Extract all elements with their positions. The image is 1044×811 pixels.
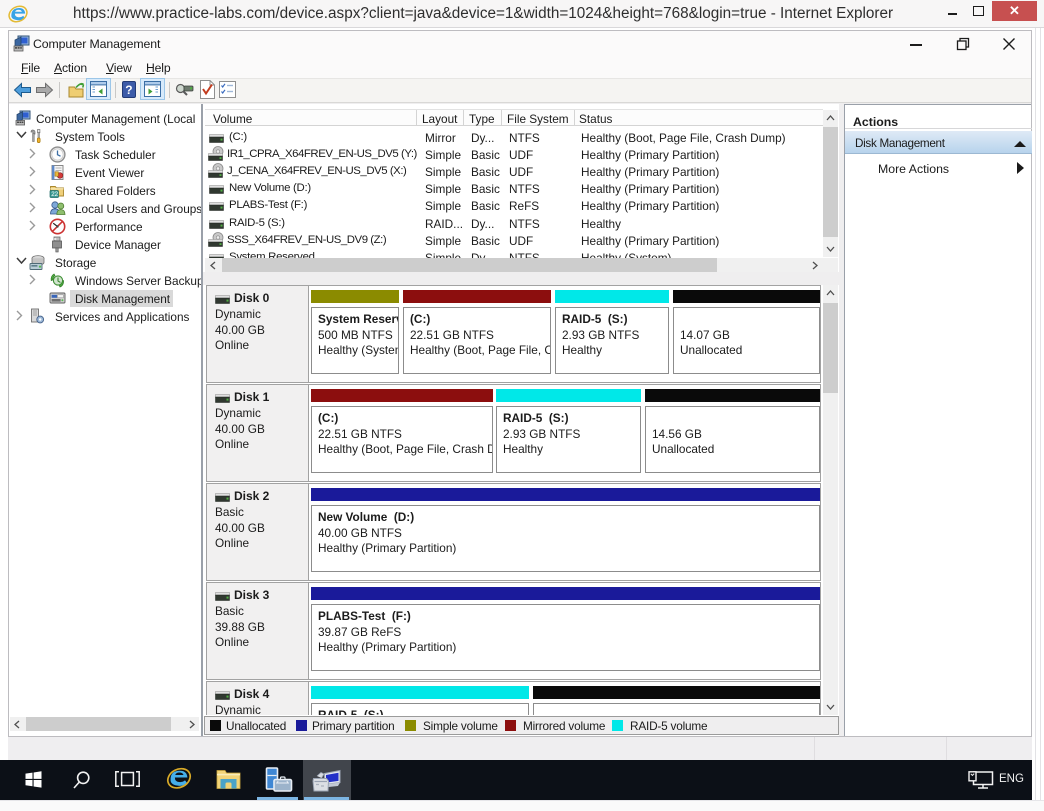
svg-text:?: ? [125, 83, 132, 97]
svg-text:22: 22 [51, 191, 58, 198]
